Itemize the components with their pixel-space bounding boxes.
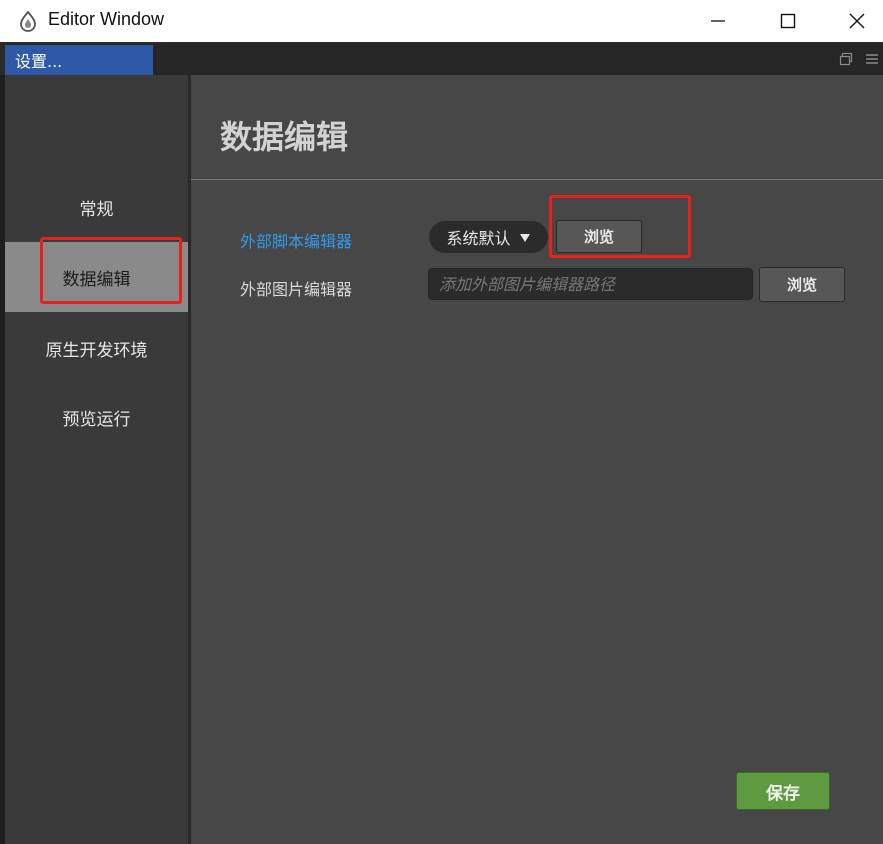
tab-settings[interactable]: 设置... [5, 45, 153, 75]
image-editor-browse-button[interactable]: 浏览 [759, 267, 845, 302]
sidebar-item-label: 常规 [79, 199, 114, 220]
restore-panel-icon[interactable] [839, 51, 853, 70]
settings-sidebar: 常规 数据编辑 原生开发环境 预览运行 [5, 75, 188, 844]
button-label: 浏览 [583, 228, 614, 246]
button-label: 保存 [766, 783, 800, 804]
save-button[interactable]: 保存 [736, 772, 830, 810]
page-title: 数据编辑 [220, 118, 349, 156]
menu-icon[interactable] [865, 51, 879, 70]
close-button[interactable] [829, 0, 883, 42]
sidebar-item-label: 预览运行 [62, 409, 131, 430]
settings-main-panel: 数据编辑 外部脚本编辑器 系统默认 浏览 外部图片编辑器 浏览 保存 [191, 75, 883, 844]
script-editor-dropdown[interactable]: 系统默认 [429, 221, 548, 253]
maximize-button[interactable] [760, 0, 816, 42]
sidebar-item-native-dev[interactable]: 原生开发环境 [5, 313, 188, 383]
minimize-icon [711, 20, 725, 22]
button-label: 浏览 [786, 276, 817, 294]
sidebar-item-general[interactable]: 常规 [5, 172, 188, 242]
app-icon [18, 10, 38, 32]
script-editor-browse-button[interactable]: 浏览 [556, 220, 642, 253]
sidebar-item-label: 原生开发环境 [45, 340, 148, 361]
sidebar-item-preview-run[interactable]: 预览运行 [5, 382, 188, 452]
maximize-icon [780, 13, 796, 29]
script-editor-label[interactable]: 外部脚本编辑器 [240, 228, 352, 252]
sidebar-item-label: 数据编辑 [62, 269, 131, 290]
close-icon [849, 13, 865, 29]
image-editor-path-input[interactable] [428, 268, 753, 300]
minimize-button[interactable] [690, 0, 746, 42]
window-titlebar: Editor Window [0, 0, 883, 42]
dropdown-value: 系统默认 [446, 229, 511, 248]
window-title: Editor Window [48, 9, 165, 29]
tab-tools [839, 50, 879, 70]
title-divider [191, 179, 883, 180]
image-editor-label: 外部图片编辑器 [240, 280, 353, 299]
dropdown-arrow-icon [519, 228, 531, 247]
tab-label: 设置... [15, 52, 63, 71]
sidebar-item-data-editing[interactable]: 数据编辑 [5, 242, 188, 312]
